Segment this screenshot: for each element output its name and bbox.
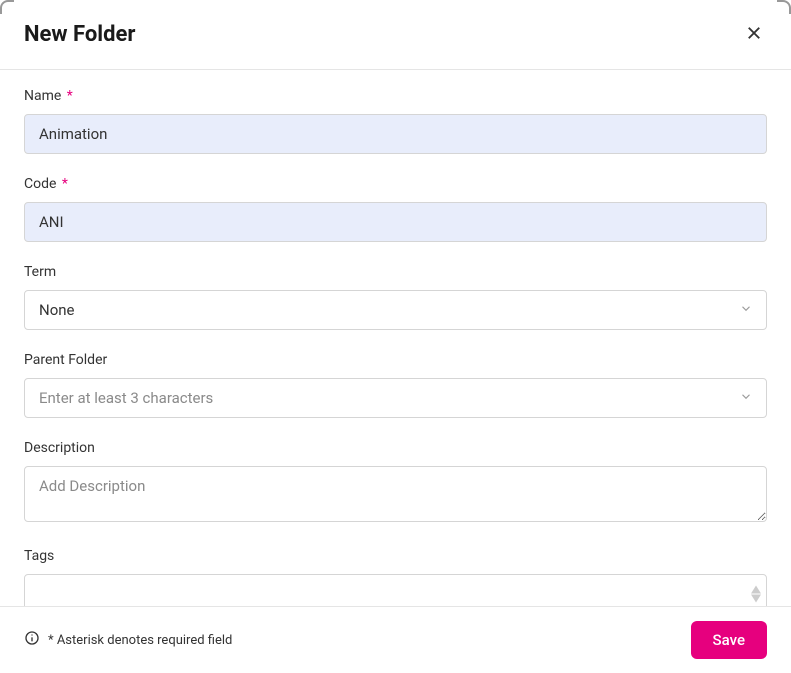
field-term: Term None [24, 264, 767, 330]
parent-folder-label: Parent Folder [24, 352, 767, 368]
field-code: Code * [24, 176, 767, 242]
field-parent-folder: Parent Folder Enter at least 3 character… [24, 352, 767, 418]
field-description: Description [24, 440, 767, 526]
close-button[interactable] [741, 20, 767, 49]
tags-stepper[interactable] [751, 586, 761, 603]
term-select-wrap: None [24, 290, 767, 330]
dialog-footer: * Asterisk denotes required field Save [0, 606, 791, 673]
tags-label: Tags [24, 548, 767, 564]
corner-decoration [777, 0, 791, 14]
field-tags: Tags [24, 548, 767, 614]
parent-folder-select[interactable]: Enter at least 3 characters [24, 378, 767, 418]
corner-decoration [0, 0, 14, 14]
dialog-title: New Folder [24, 22, 135, 47]
parent-folder-placeholder: Enter at least 3 characters [39, 389, 213, 407]
required-mark: * [67, 88, 73, 104]
footer-note-text: * Asterisk denotes required field [48, 633, 232, 648]
code-label: Code * [24, 176, 767, 192]
parent-folder-select-wrap: Enter at least 3 characters [24, 378, 767, 418]
dialog-header: New Folder [0, 0, 791, 70]
name-label-text: Name [24, 88, 61, 104]
form-body: Name * Code * Term None Parent Folder En… [0, 70, 791, 646]
close-icon [745, 24, 763, 45]
save-button[interactable]: Save [691, 621, 767, 659]
required-mark: * [62, 176, 68, 192]
term-label: Term [24, 264, 767, 280]
code-input[interactable] [24, 202, 767, 242]
term-select[interactable]: None [24, 290, 767, 330]
field-name: Name * [24, 88, 767, 154]
description-label: Description [24, 440, 767, 456]
description-input[interactable] [24, 466, 767, 522]
chevron-down-icon [751, 595, 761, 603]
name-input[interactable] [24, 114, 767, 154]
info-icon [24, 630, 40, 650]
chevron-up-icon [751, 586, 761, 594]
name-label: Name * [24, 88, 767, 104]
term-select-value: None [39, 301, 75, 319]
footer-note: * Asterisk denotes required field [24, 630, 232, 650]
code-label-text: Code [24, 176, 56, 192]
